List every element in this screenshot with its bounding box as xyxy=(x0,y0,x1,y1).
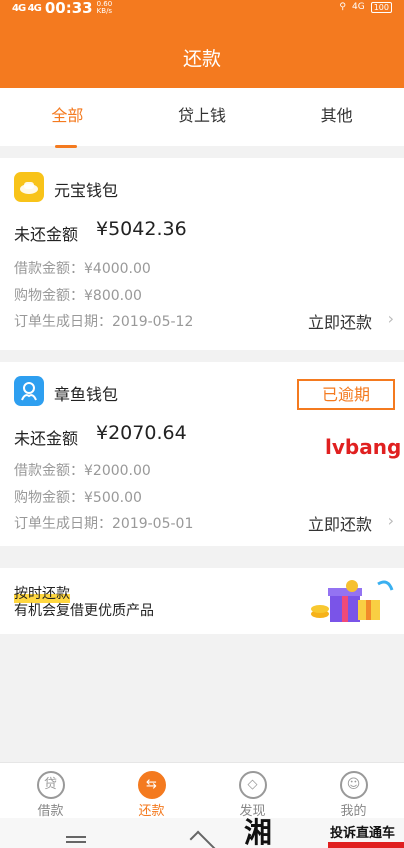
chevron-right-icon[interactable]: › xyxy=(388,309,394,328)
nav-repay[interactable]: ⇆ 还款 xyxy=(101,763,202,819)
shopping-amount: 购物金额：¥800.00 xyxy=(14,288,142,304)
signal-icon: 4G 4G xyxy=(12,2,42,14)
loan-icon: 贷 xyxy=(36,771,65,799)
shopping-amount: 购物金额：¥500.00 xyxy=(14,490,142,506)
repay-icon: ⇆ xyxy=(137,771,166,799)
banner-subtitle: 有机会复借更优质产品 xyxy=(14,603,154,619)
repay-now-button[interactable]: 立即还款 xyxy=(308,309,372,333)
wallet-name: 元宝钱包 xyxy=(54,181,119,200)
promo-banner[interactable]: 按时还款 有机会复借更优质产品 xyxy=(0,568,404,634)
tab-all[interactable]: 全部 xyxy=(0,88,135,146)
app-header: 4G 4G 00:33 0.60 KB/s ⚲ 4G 100 还款 xyxy=(0,0,404,88)
menu-icon[interactable] xyxy=(66,836,86,846)
nav-label: 我的 xyxy=(340,804,367,819)
network-icon: 4G xyxy=(352,2,365,12)
owed-amount: ¥2070.64 xyxy=(96,422,187,444)
owed-label: 未还金额 xyxy=(14,225,79,244)
active-tab-indicator xyxy=(55,145,77,148)
nav-label: 还款 xyxy=(138,804,165,819)
nav-label: 借款 xyxy=(37,804,64,819)
loan-amount: 借款金额：¥4000.00 xyxy=(14,261,151,277)
compass-icon: ◇ xyxy=(238,771,267,799)
network-speed: 0.60 KB/s xyxy=(96,0,113,15)
nav-loan[interactable]: 贷 借款 xyxy=(0,763,101,819)
brand-stripe xyxy=(328,842,404,848)
overdue-badge: 已逾期 xyxy=(297,379,395,410)
clock: 00:33 xyxy=(44,0,93,17)
ingot-icon xyxy=(14,172,44,202)
loan-amount: 借款金额：¥2000.00 xyxy=(14,463,151,479)
order-date: 订单生成日期：2019-05-12 xyxy=(14,314,194,330)
tab-other[interactable]: 其他 xyxy=(269,88,404,146)
chevron-right-icon[interactable]: › xyxy=(388,511,394,530)
octopus-icon xyxy=(14,376,44,406)
owed-label: 未还金额 xyxy=(14,429,79,448)
repay-now-button[interactable]: 立即还款 xyxy=(308,511,372,535)
page-title: 还款 xyxy=(182,48,221,70)
tab-daishangqian[interactable]: 贷上钱 xyxy=(135,88,270,146)
owed-amount: ¥5042.36 xyxy=(96,218,187,240)
tab-bar: 全部 贷上钱 其他 xyxy=(0,88,404,146)
home-icon[interactable] xyxy=(189,830,217,848)
nav-profile[interactable]: ☺ 我的 xyxy=(303,763,404,819)
watermark: lvbang xyxy=(325,435,402,459)
loan-card: 元宝钱包 未还金额 ¥5042.36 借款金额：¥4000.00 购物金额：¥8… xyxy=(0,158,404,350)
location-icon: ⚲ xyxy=(339,2,347,12)
battery-icon: 100 xyxy=(370,1,392,13)
status-bar: 4G 4G 00:33 0.60 KB/s ⚲ 4G 100 xyxy=(0,0,404,18)
wallet-name: 章鱼钱包 xyxy=(54,385,119,404)
brand-text: 投诉直通车 xyxy=(330,826,396,841)
brand-logo: 湘问 xyxy=(244,816,273,848)
bottom-nav: 贷 借款 ⇆ 还款 ◇ 发现 ☺ 我的 xyxy=(0,762,404,819)
gift-icon xyxy=(311,580,394,622)
order-date: 订单生成日期：2019-05-01 xyxy=(14,516,194,532)
loan-card: 章鱼钱包 已逾期 lvbang 未还金额 ¥2070.64 借款金额：¥2000… xyxy=(0,362,404,546)
nav-discover[interactable]: ◇ 发现 xyxy=(202,763,303,819)
profile-icon: ☺ xyxy=(339,771,368,799)
